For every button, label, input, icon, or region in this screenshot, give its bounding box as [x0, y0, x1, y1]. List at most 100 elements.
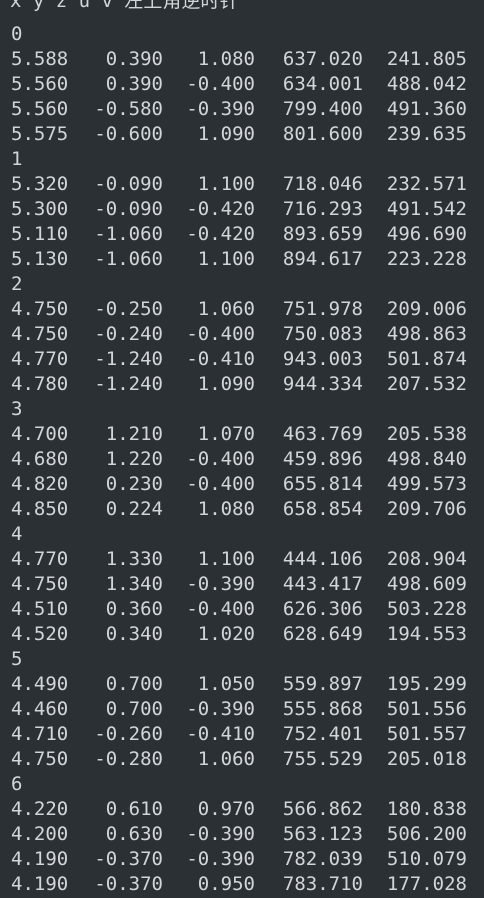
row-value: 751.978	[282, 298, 363, 320]
data-row: 4.460 0.700 -0.390 555.868 501.556	[0, 697, 484, 722]
data-row: 4.850 0.224 1.080 658.854 209.706	[0, 497, 484, 522]
row-value: 944.334	[282, 373, 363, 395]
header-line: x y z u v 左上角逆时针	[10, 0, 239, 12]
row-value: 463.769	[282, 423, 363, 445]
row-value: 0.950	[197, 873, 255, 895]
row-value: 782.039	[282, 848, 363, 870]
row-value: 4.780	[11, 373, 69, 395]
row-value: 209.006	[386, 298, 467, 320]
row-value: 4.750	[11, 748, 69, 770]
row-value: -0.390	[186, 98, 255, 120]
row-value: 0.630	[105, 823, 163, 845]
row-value: 894.617	[282, 248, 363, 270]
data-row: 4.490 0.700 1.050 559.897 195.299	[0, 672, 484, 697]
row-value: 4.190	[11, 848, 69, 870]
text-editor[interactable]: x y z u v 左上角逆时针 0 5.588 0.390 1.080 637.020…	[0, 0, 484, 898]
group-label-line: 4	[0, 522, 484, 547]
row-value: 205.018	[386, 748, 467, 770]
row-value: 4.460	[11, 698, 69, 720]
row-value: 4.750	[11, 573, 69, 595]
row-value: -0.370	[94, 873, 163, 895]
row-value: 180.838	[386, 798, 467, 820]
row-value: 559.897	[282, 673, 363, 695]
row-value: 444.106	[282, 548, 363, 570]
group-label-line: 2	[0, 272, 484, 297]
row-value: 1.020	[197, 623, 255, 645]
row-value: 4.700	[11, 423, 69, 445]
row-value: 563.123	[282, 823, 363, 845]
row-value: -0.400	[186, 323, 255, 345]
row-value: 498.863	[386, 323, 467, 345]
row-value: 0.340	[105, 623, 163, 645]
group-label: 3	[11, 398, 23, 420]
row-value: -0.400	[186, 473, 255, 495]
row-value: -0.280	[94, 748, 163, 770]
row-value: 716.293	[282, 198, 363, 220]
row-value: 510.079	[386, 848, 467, 870]
group-label-line: 5	[0, 647, 484, 672]
row-value: 1.340	[105, 573, 163, 595]
row-value: 501.874	[386, 348, 467, 370]
row-value: 241.805	[386, 48, 467, 70]
row-value: -0.390	[186, 573, 255, 595]
data-row: 4.770 -1.240 -0.410 943.003 501.874	[0, 347, 484, 372]
row-value: 223.228	[386, 248, 467, 270]
row-value: 0.700	[105, 673, 163, 695]
row-value: 207.532	[386, 373, 467, 395]
row-value: 0.230	[105, 473, 163, 495]
data-row: 5.320 -0.090 1.100 718.046 232.571	[0, 172, 484, 197]
row-value: 783.710	[282, 873, 363, 895]
row-value: 1.080	[197, 48, 255, 70]
data-row: 4.750 -0.280 1.060 755.529 205.018	[0, 747, 484, 772]
row-value: -1.240	[94, 373, 163, 395]
row-value: -0.400	[186, 448, 255, 470]
row-value: 0.970	[197, 798, 255, 820]
row-value: 5.300	[11, 198, 69, 220]
row-value: 491.542	[386, 198, 467, 220]
group-label-line: 6	[0, 772, 484, 797]
data-row: 4.200 0.630 -0.390 563.123 506.200	[0, 822, 484, 847]
row-value: -0.580	[94, 98, 163, 120]
row-value: -0.420	[186, 223, 255, 245]
row-value: 5.110	[11, 223, 69, 245]
row-value: 4.200	[11, 823, 69, 845]
row-value: -0.250	[94, 298, 163, 320]
data-row: 4.190 -0.370 -0.390 782.039 510.079	[0, 847, 484, 872]
row-value: -0.370	[94, 848, 163, 870]
row-value: 4.490	[11, 673, 69, 695]
row-value: 501.557	[386, 723, 467, 745]
row-value: 750.083	[282, 323, 363, 345]
row-value: 4.770	[11, 348, 69, 370]
row-value: -1.060	[94, 223, 163, 245]
group-label-line: 3	[0, 397, 484, 422]
row-value: 718.046	[282, 173, 363, 195]
row-value: 0.610	[105, 798, 163, 820]
row-value: 506.200	[386, 823, 467, 845]
data-row: 5.110 -1.060 -0.420 893.659 496.690	[0, 222, 484, 247]
row-value: -0.240	[94, 323, 163, 345]
row-value: 443.417	[282, 573, 363, 595]
row-value: 459.896	[282, 448, 363, 470]
row-value: -0.090	[94, 198, 163, 220]
row-value: 637.020	[282, 48, 363, 70]
row-value: -0.090	[94, 173, 163, 195]
row-value: 496.690	[386, 223, 467, 245]
row-value: 1.080	[197, 498, 255, 520]
row-value: 943.003	[282, 348, 363, 370]
row-value: 491.360	[386, 98, 467, 120]
row-value: 209.706	[386, 498, 467, 520]
row-value: 0.224	[105, 498, 163, 520]
row-value: 1.210	[105, 423, 163, 445]
row-value: 893.659	[282, 223, 363, 245]
row-value: 634.001	[282, 73, 363, 95]
row-value: 498.840	[386, 448, 467, 470]
row-value: 4.820	[11, 473, 69, 495]
row-value: 1.060	[197, 298, 255, 320]
row-value: 4.750	[11, 323, 69, 345]
group-label: 2	[11, 273, 23, 295]
row-value: 503.228	[386, 598, 467, 620]
row-value: -0.390	[186, 823, 255, 845]
data-row: 4.700 1.210 1.070 463.769 205.538	[0, 422, 484, 447]
row-value: 626.306	[282, 598, 363, 620]
group-label: 0	[11, 23, 23, 45]
